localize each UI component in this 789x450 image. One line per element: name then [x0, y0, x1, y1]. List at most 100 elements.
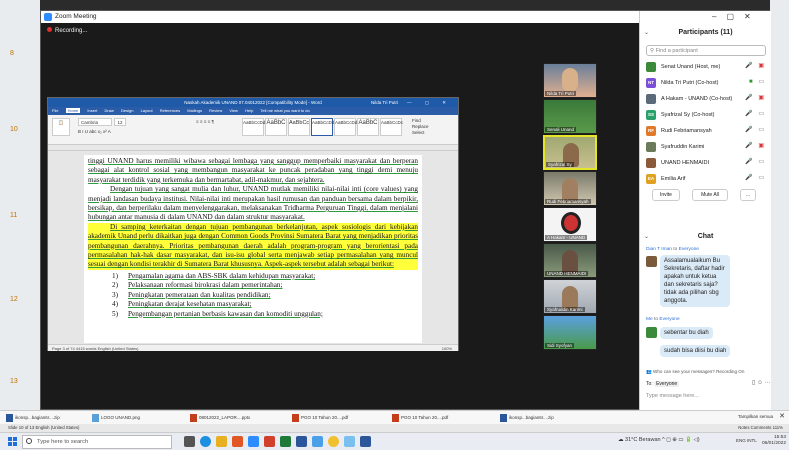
weather-icon: ☁ [618, 437, 626, 443]
mic-camera-icons[interactable]: 🎤 ▣ [745, 141, 766, 151]
tab-layout[interactable]: Layout [141, 108, 153, 113]
tab-design[interactable]: Design [121, 108, 133, 113]
participant-search-input[interactable]: ⚲ Find a participant [646, 45, 766, 56]
style-subtle[interactable]: AaBbCcDc [380, 118, 403, 136]
participant-row[interactable]: RF Rudi Febriamansyah 🎤 ▭ [646, 125, 768, 139]
doc-paragraph-2: Dengan tujuan yang sangat mulia dan luhu… [88, 185, 418, 222]
download-item[interactable]: LOGO UNAND.png [92, 414, 140, 422]
video-tile[interactable]: Sidi Syofyan [543, 315, 597, 350]
zoom-logo-icon [44, 13, 52, 21]
paste-button[interactable]: 📋 [52, 118, 70, 136]
video-tile[interactable]: Rudi Febriamansyah [543, 171, 597, 206]
excel-icon[interactable] [280, 436, 291, 447]
powerpoint-icon[interactable] [264, 436, 275, 447]
word-doc-icon[interactable] [360, 436, 371, 447]
avatar: EA [646, 174, 656, 184]
recording-indicator[interactable]: Recording... [47, 27, 87, 34]
tab-references[interactable]: References [160, 108, 180, 113]
mic-camera-icons[interactable]: 🎤 ▭ [745, 157, 766, 167]
more-button[interactable]: ... [740, 189, 756, 201]
style-emphasis[interactable]: AaBbCcDd [242, 118, 265, 136]
participant-row[interactable]: Senat Unand (Host, me) 🎤 ▣ [646, 61, 768, 75]
font-name-select[interactable]: Cambria [78, 118, 112, 126]
word-zoom-level[interactable]: 100% [442, 345, 452, 352]
download-item[interactable]: PGO 10 Tahun 20....pdf [292, 414, 348, 422]
zoom-app-icon[interactable] [248, 436, 259, 447]
download-item[interactable]: PGO 10 Tahun 20....pdf [392, 414, 448, 422]
background-line-number: 8 [10, 50, 14, 57]
mic-camera-icons[interactable]: 🎤 ▭ [745, 173, 766, 183]
chat-message-input[interactable]: Type message here... [646, 393, 699, 399]
system-clock[interactable]: 15:53 06/01/2022 [752, 435, 786, 447]
photos-icon[interactable] [344, 436, 355, 447]
tab-mailings[interactable]: Mailings [187, 108, 202, 113]
select-button[interactable]: Select [412, 130, 454, 136]
invite-button[interactable]: Invite [652, 189, 680, 201]
tab-review[interactable]: Review [209, 108, 222, 113]
status-right[interactable]: Notes Comments 111% [738, 424, 783, 432]
participant-row[interactable]: UNAND HENMAIDI 🎤 ▭ [646, 157, 768, 171]
mic-camera-icons[interactable]: ■ ▭ [749, 77, 766, 87]
mic-camera-icons[interactable]: 🎤 ▣ [745, 93, 766, 103]
avatar [646, 94, 656, 104]
chat-message: sudah bisa diisi bu diah [660, 345, 731, 357]
mail-icon[interactable] [312, 436, 323, 447]
style-heading-1[interactable]: AaBbC [265, 118, 287, 136]
list-item: 5) Pengembangan pertanian berbasis kawasa… [112, 309, 323, 318]
tab-insert[interactable]: Insert [87, 108, 97, 113]
video-tile[interactable]: Nilda Tri Putri [543, 63, 597, 98]
chat-file-more-icons[interactable]: ▯ ☺ ··· [752, 379, 771, 386]
style-heading-2[interactable]: AaBbCc [288, 118, 310, 136]
word-window-controls[interactable]: — ▢ ✕ [407, 98, 452, 107]
chat-recipient[interactable]: To: Everyone [646, 381, 680, 387]
video-tile-active-speaker[interactable]: Syafrizal Sy [543, 135, 597, 170]
tab-draw[interactable]: Draw [105, 108, 114, 113]
task-view-icon[interactable] [184, 436, 195, 447]
unand-logo-icon [561, 212, 581, 234]
word-page-area[interactable]: tinggi UNAND harus memiliki wibawa sebag… [48, 151, 458, 344]
font-format-buttons[interactable]: B I U abc x₂ x² A [78, 128, 168, 136]
editing-group[interactable]: Find Replace Select [410, 118, 454, 136]
participant-row[interactable]: EA Emilia Arif 🎤 ▭ [646, 173, 768, 187]
close-icon[interactable]: ✕ [779, 412, 785, 420]
style-title[interactable]: AaBbC [357, 118, 379, 136]
window-controls[interactable]: –▢✕ [712, 12, 761, 21]
participant-row[interactable]: A Hakam - UNAND (Co-host) 🎤 ▣ [646, 93, 768, 107]
mute-all-button[interactable]: Mute All [692, 189, 728, 201]
tab-view[interactable]: View [229, 108, 238, 113]
mic-camera-icons[interactable]: 🎤 ▣ [745, 61, 766, 71]
paragraph-group[interactable]: ≡ ≡ ≡ ≡ ¶ [176, 118, 234, 136]
style-strong[interactable]: AaBbCcDd [334, 118, 357, 136]
tab-home[interactable]: Home [65, 108, 81, 113]
taskbar-search-input[interactable]: Type here to search [22, 435, 172, 449]
chat-visibility-notice[interactable]: 👥 Who can see your messages? Recording O… [646, 369, 744, 375]
word-icon[interactable] [296, 436, 307, 447]
download-item[interactable]: 08012022_LAPOR....pptx [190, 414, 250, 422]
document-page[interactable]: tinggi UNAND harus memiliki wibawa sebag… [84, 155, 422, 343]
download-item[interactable]: ikonsp...bagian6r....zip [6, 414, 60, 422]
video-tile[interactable]: A Hakam - UNAND [543, 207, 597, 242]
video-tile[interactable]: UNAND HENMAIDI [543, 243, 597, 278]
video-tile[interactable]: Senali Unand [543, 99, 597, 134]
participant-row[interactable]: NT Nilda Tri Putri (Co-host) ■ ▭ [646, 77, 768, 91]
tab-file[interactable]: File [52, 108, 58, 113]
recipient-select[interactable]: Everyone [654, 381, 680, 387]
windows-start-icon[interactable] [8, 437, 18, 447]
style-normal[interactable]: AaBbCcDd [311, 118, 334, 136]
mic-camera-icons[interactable]: 🎤 ▭ [745, 109, 766, 119]
tell-me-search[interactable]: Tell me what you want to do [260, 108, 309, 113]
participant-row[interactable]: Syafruddin Karimi 🎤 ▣ [646, 141, 768, 155]
participant-row[interactable]: SS Syafrizal Sy (Co-host) 🎤 ▭ [646, 109, 768, 123]
tab-help[interactable]: Help [245, 108, 253, 113]
office-icon[interactable] [232, 436, 243, 447]
video-tile[interactable]: Syafruddin Karimi [543, 279, 597, 314]
weather-tray[interactable]: ☁ 31°C Berawan ^ ◻ ⊕ ▭ 🔋 ◁) [618, 437, 700, 443]
font-size-select[interactable]: 12 [114, 118, 126, 126]
chrome-icon[interactable] [328, 436, 339, 447]
mic-camera-icons[interactable]: 🎤 ▭ [745, 125, 766, 135]
file-explorer-icon[interactable] [216, 436, 227, 447]
download-item[interactable]: ikonsp...bagian6r....zip [500, 414, 554, 422]
zoom-meeting-window: Zoom Meeting Recording... Naskah Akademi… [40, 10, 771, 411]
edge-icon[interactable] [200, 436, 211, 447]
show-all-downloads-link[interactable]: Tampilkan semua [738, 414, 773, 419]
